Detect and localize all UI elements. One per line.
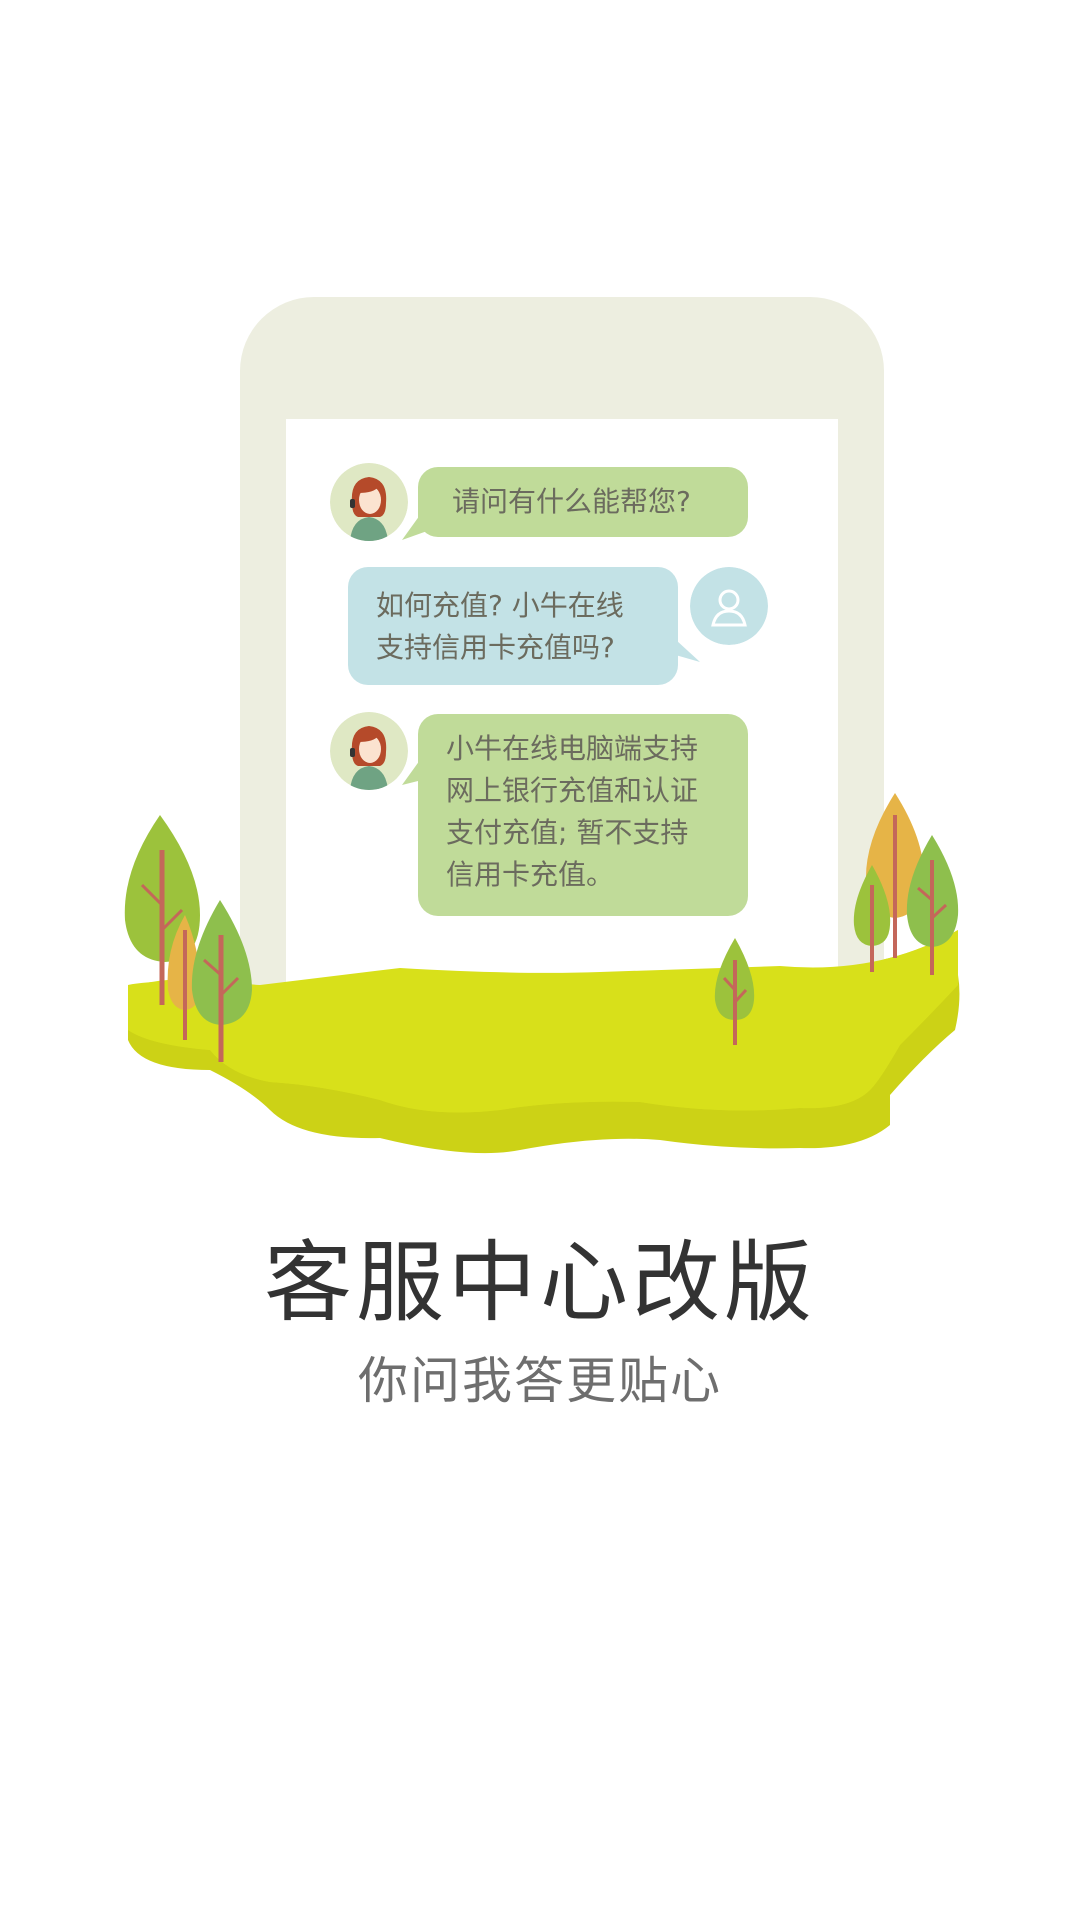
tree-right-green-icon	[906, 835, 959, 975]
agent-reply-line: 支付充值; 暂不支持	[446, 816, 689, 849]
agent-reply-line: 网上银行充值和认证	[446, 774, 699, 807]
user-question-line: 如何充值? 小牛在线	[376, 589, 624, 622]
agent-reply-line: 信用卡充值。	[446, 858, 615, 891]
user-avatar-icon	[690, 567, 768, 645]
agent-avatar-icon	[330, 712, 408, 790]
page-subtitle: 你问我答更贴心	[358, 1352, 722, 1410]
agent-greeting-text: 请问有什么能帮您?	[452, 485, 691, 518]
tree-left-orange-icon	[167, 915, 200, 1040]
user-question-line: 支持信用卡充值吗?	[376, 631, 615, 664]
user-message-bubble: 如何充值? 小牛在线 支持信用卡充值吗?	[348, 567, 678, 685]
agent-reply-line: 小牛在线电脑端支持	[446, 732, 699, 765]
page-title: 客服中心改版	[263, 1231, 816, 1334]
splash-screen: 请问有什么能帮您? 如何充值? 小牛在线 支持信用卡充值吗? 小牛在线电脑端支持…	[0, 0, 1080, 1920]
agent-avatar-icon	[330, 463, 408, 541]
tree-left-large-icon	[124, 815, 200, 1005]
agent-reply-bubble: 小牛在线电脑端支持 网上银行充值和认证 支付充值; 暂不支持 信用卡充值。	[418, 714, 748, 916]
agent-message-bubble: 请问有什么能帮您?	[418, 467, 748, 537]
